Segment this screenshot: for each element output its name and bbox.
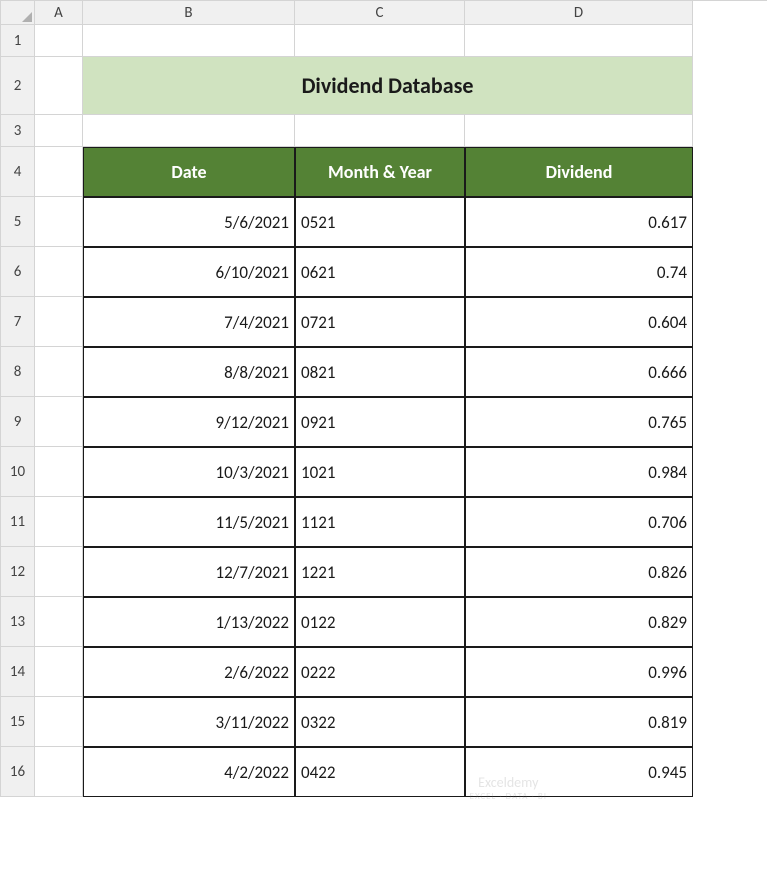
cell-dividend-6[interactable]: 0.74 bbox=[465, 247, 693, 297]
row-header-1[interactable]: 1 bbox=[1, 25, 35, 57]
cell-d1[interactable] bbox=[465, 25, 693, 57]
cell-a5[interactable] bbox=[35, 197, 83, 247]
cell-dividend-11[interactable]: 0.706 bbox=[465, 497, 693, 547]
cell-monthyear-14[interactable]: 0222 bbox=[295, 647, 465, 697]
cell-monthyear-9[interactable]: 0921 bbox=[295, 397, 465, 447]
cell-monthyear-10[interactable]: 1021 bbox=[295, 447, 465, 497]
row-header-15[interactable]: 15 bbox=[1, 697, 35, 747]
cell-date-8[interactable]: 8/8/2021 bbox=[83, 347, 295, 397]
cell-dividend-12[interactable]: 0.826 bbox=[465, 547, 693, 597]
cell-date-9[interactable]: 9/12/2021 bbox=[83, 397, 295, 447]
cell-b3[interactable] bbox=[83, 115, 295, 147]
title-cell[interactable]: Dividend Database bbox=[83, 57, 693, 115]
row-header-10[interactable]: 10 bbox=[1, 447, 35, 497]
cell-dividend-5[interactable]: 0.617 bbox=[465, 197, 693, 247]
cell-dividend-9[interactable]: 0.765 bbox=[465, 397, 693, 447]
cell-c3[interactable] bbox=[295, 115, 465, 147]
cell-dividend-7[interactable]: 0.604 bbox=[465, 297, 693, 347]
col-header-d[interactable]: D bbox=[465, 1, 693, 25]
cell-monthyear-13[interactable]: 0122 bbox=[295, 597, 465, 647]
cell-a15[interactable] bbox=[35, 697, 83, 747]
row-header-12[interactable]: 12 bbox=[1, 547, 35, 597]
header-dividend[interactable]: Dividend bbox=[465, 147, 693, 197]
cell-monthyear-16[interactable]: 0422 bbox=[295, 747, 465, 797]
row-header-7[interactable]: 7 bbox=[1, 297, 35, 347]
cell-monthyear-11[interactable]: 1121 bbox=[295, 497, 465, 547]
cell-monthyear-5[interactable]: 0521 bbox=[295, 197, 465, 247]
cell-dividend-10[interactable]: 0.984 bbox=[465, 447, 693, 497]
col-header-a[interactable]: A bbox=[35, 1, 83, 25]
cell-d3[interactable] bbox=[465, 115, 693, 147]
row-header-8[interactable]: 8 bbox=[1, 347, 35, 397]
row-header-13[interactable]: 13 bbox=[1, 597, 35, 647]
row-header-2[interactable]: 2 bbox=[1, 57, 35, 115]
cell-date-14[interactable]: 2/6/2022 bbox=[83, 647, 295, 697]
row-header-4[interactable]: 4 bbox=[1, 147, 35, 197]
cell-monthyear-8[interactable]: 0821 bbox=[295, 347, 465, 397]
cell-monthyear-15[interactable]: 0322 bbox=[295, 697, 465, 747]
cell-c1[interactable] bbox=[295, 25, 465, 57]
cell-date-13[interactable]: 1/13/2022 bbox=[83, 597, 295, 647]
cell-dividend-14[interactable]: 0.996 bbox=[465, 647, 693, 697]
cell-dividend-8[interactable]: 0.666 bbox=[465, 347, 693, 397]
cell-a4[interactable] bbox=[35, 147, 83, 197]
select-all-corner[interactable] bbox=[1, 1, 35, 25]
cell-date-16[interactable]: 4/2/2022 bbox=[83, 747, 295, 797]
cell-a2[interactable] bbox=[35, 57, 83, 115]
row-header-11[interactable]: 11 bbox=[1, 497, 35, 547]
cell-a12[interactable] bbox=[35, 547, 83, 597]
cell-monthyear-7[interactable]: 0721 bbox=[295, 297, 465, 347]
row-header-6[interactable]: 6 bbox=[1, 247, 35, 297]
cell-a16[interactable] bbox=[35, 747, 83, 797]
cell-dividend-13[interactable]: 0.829 bbox=[465, 597, 693, 647]
cell-date-12[interactable]: 12/7/2021 bbox=[83, 547, 295, 597]
cell-a11[interactable] bbox=[35, 497, 83, 547]
header-month-year[interactable]: Month & Year bbox=[295, 147, 465, 197]
cell-a13[interactable] bbox=[35, 597, 83, 647]
cell-monthyear-6[interactable]: 0621 bbox=[295, 247, 465, 297]
cell-a7[interactable] bbox=[35, 297, 83, 347]
corner-triangle-icon bbox=[22, 12, 32, 22]
cell-a8[interactable] bbox=[35, 347, 83, 397]
cell-date-10[interactable]: 10/3/2021 bbox=[83, 447, 295, 497]
cell-a6[interactable] bbox=[35, 247, 83, 297]
cell-a10[interactable] bbox=[35, 447, 83, 497]
row-header-9[interactable]: 9 bbox=[1, 397, 35, 447]
cell-date-11[interactable]: 11/5/2021 bbox=[83, 497, 295, 547]
cell-date-7[interactable]: 7/4/2021 bbox=[83, 297, 295, 347]
header-date[interactable]: Date bbox=[83, 147, 295, 197]
col-header-c[interactable]: C bbox=[295, 1, 465, 25]
row-header-3[interactable]: 3 bbox=[1, 115, 35, 147]
row-header-16[interactable]: 16 bbox=[1, 747, 35, 797]
col-header-b[interactable]: B bbox=[83, 1, 295, 25]
cell-a9[interactable] bbox=[35, 397, 83, 447]
cell-a14[interactable] bbox=[35, 647, 83, 697]
spreadsheet-grid: A B C D 1 2 Dividend Database 3 4 Date M… bbox=[0, 0, 767, 797]
row-header-14[interactable]: 14 bbox=[1, 647, 35, 697]
cell-dividend-15[interactable]: 0.819 bbox=[465, 697, 693, 747]
cell-date-6[interactable]: 6/10/2021 bbox=[83, 247, 295, 297]
cell-date-15[interactable]: 3/11/2022 bbox=[83, 697, 295, 747]
cell-dividend-16[interactable]: 0.945 bbox=[465, 747, 693, 797]
cell-date-5[interactable]: 5/6/2021 bbox=[83, 197, 295, 247]
cell-b1[interactable] bbox=[83, 25, 295, 57]
row-header-5[interactable]: 5 bbox=[1, 197, 35, 247]
cell-monthyear-12[interactable]: 1221 bbox=[295, 547, 465, 597]
cell-a3[interactable] bbox=[35, 115, 83, 147]
cell-a1[interactable] bbox=[35, 25, 83, 57]
